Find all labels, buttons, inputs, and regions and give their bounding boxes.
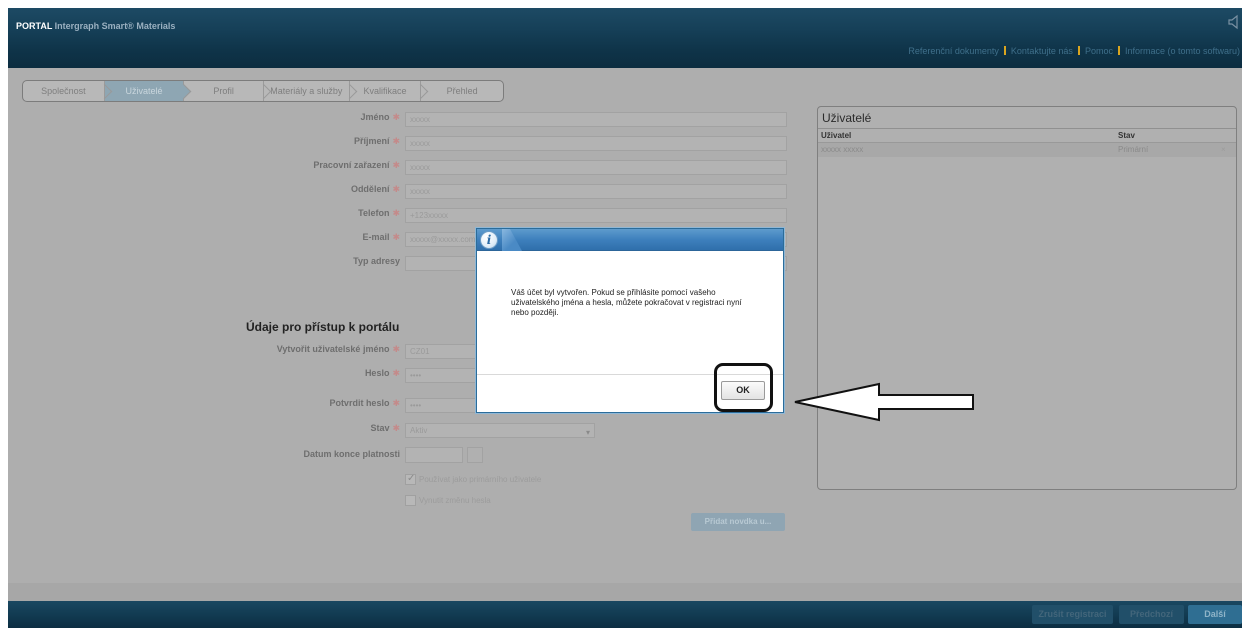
access-section-title: Údaje pro přístup k portálu: [246, 320, 400, 334]
step-overview[interactable]: Přehled: [421, 81, 503, 101]
users-table-header: Uživatel Stav: [818, 129, 1236, 143]
info-icon: i: [480, 231, 498, 249]
field-label: Příjmení: [353, 136, 390, 146]
field-label: Potvrdit heslo: [329, 398, 390, 408]
field-label: E-mail: [362, 232, 390, 242]
field-label: Oddělení: [350, 184, 390, 194]
dialog-divider: [477, 374, 783, 375]
first-name-input[interactable]: xxxxx: [405, 112, 787, 127]
step-materials-services[interactable]: Materiály a služby: [264, 81, 357, 101]
status-select[interactable]: Aktiv ▾: [405, 423, 595, 438]
checkbox-label: Vynutit změnu hesla: [419, 495, 491, 505]
users-panel-title: Uživatelé: [818, 107, 1236, 129]
info-dialog: i Váš účet byl vytvořen. Pokud se přihlá…: [476, 228, 784, 413]
field-label: Jméno: [360, 112, 390, 122]
field-label: Heslo: [364, 368, 390, 378]
user-name-cell: xxxxx xxxxx: [821, 145, 864, 154]
column-state[interactable]: Stav: [1118, 129, 1135, 143]
app-brand: PORTAL Intergraph Smart® Materials: [16, 21, 175, 31]
dialog-title-bar: i: [477, 229, 783, 251]
app-header: PORTAL Intergraph Smart® Materials Refer…: [8, 8, 1242, 68]
footer-bar: Zrušit registraci Předchozí Další: [8, 601, 1242, 628]
top-links: Referenční dokumenty Kontaktujte nás Pomoc…: [908, 46, 1240, 56]
field-label: Typ adresy: [353, 256, 400, 266]
step-users[interactable]: Uživatelé: [104, 81, 192, 101]
link-separator: [1117, 46, 1120, 55]
previous-button[interactable]: Předchozí: [1119, 605, 1184, 624]
step-company[interactable]: Společnost: [23, 81, 112, 101]
users-panel: Uživatelé Uživatel Stav xxxxx xxxxx Prim…: [817, 106, 1237, 490]
link-help[interactable]: Pomoc: [1085, 46, 1113, 56]
department-input[interactable]: xxxxx: [405, 184, 787, 199]
content-bottom-strip: [8, 583, 1242, 601]
expiry-date-input[interactable]: [405, 447, 463, 463]
link-reference-docs[interactable]: Referenční dokumenty: [908, 46, 999, 56]
link-contact[interactable]: Kontaktujte nás: [1011, 46, 1073, 56]
table-row[interactable]: xxxxx xxxxx Primární ×: [818, 143, 1236, 157]
phone-input[interactable]: +123xxxxx: [405, 208, 787, 223]
field-label: Pracovní zařazení: [313, 160, 390, 170]
field-label: Telefon: [358, 208, 390, 218]
speaker-icon[interactable]: [1228, 14, 1242, 30]
user-state-cell: Primární: [1118, 145, 1149, 154]
field-label: Datum konce platnosti: [303, 449, 400, 459]
cancel-registration-button[interactable]: Zrušit registraci: [1032, 605, 1113, 624]
wizard-steps: Společnost Uživatelé Profil Materiály a …: [22, 80, 504, 102]
dialog-body: Váš účet byl vytvořen. Pokud se přihlási…: [477, 252, 783, 372]
add-user-button[interactable]: Přidat novdka u...: [691, 513, 785, 531]
link-separator: [1077, 46, 1080, 55]
calendar-icon[interactable]: [467, 447, 483, 463]
delete-icon[interactable]: ×: [1221, 143, 1226, 157]
link-about[interactable]: Informace (o tomto softwaru): [1125, 46, 1240, 56]
link-separator: [1003, 46, 1006, 55]
checkbox-force-password-change[interactable]: Vynutit změnu hesla: [405, 494, 491, 506]
brand-prefix: PORTAL: [16, 21, 53, 31]
ok-button[interactable]: OK: [721, 381, 765, 400]
callout-arrow: [794, 382, 974, 422]
checkbox-primary-user[interactable]: Používat jako primárního uživatele: [405, 473, 541, 485]
checkbox-box[interactable]: [405, 494, 416, 506]
chevron-down-icon: ▾: [585, 428, 590, 437]
last-name-input[interactable]: xxxxx: [405, 136, 787, 151]
job-title-input[interactable]: xxxxx: [405, 160, 787, 175]
dialog-message: Váš účet byl vytvořen. Pokud se přihlási…: [511, 288, 742, 317]
checkbox-box[interactable]: [405, 473, 416, 485]
column-user[interactable]: Uživatel: [821, 129, 851, 143]
field-label: Stav: [370, 423, 390, 433]
step-qualification[interactable]: Kvalifikace: [350, 81, 429, 101]
next-button[interactable]: Další: [1188, 605, 1242, 624]
checkbox-label: Používat jako primárního uživatele: [419, 474, 542, 484]
brand-name: Intergraph Smart® Materials: [52, 21, 176, 31]
step-profile[interactable]: Profil: [184, 81, 272, 101]
field-label: Vytvořit uživatelské jméno: [276, 344, 390, 354]
